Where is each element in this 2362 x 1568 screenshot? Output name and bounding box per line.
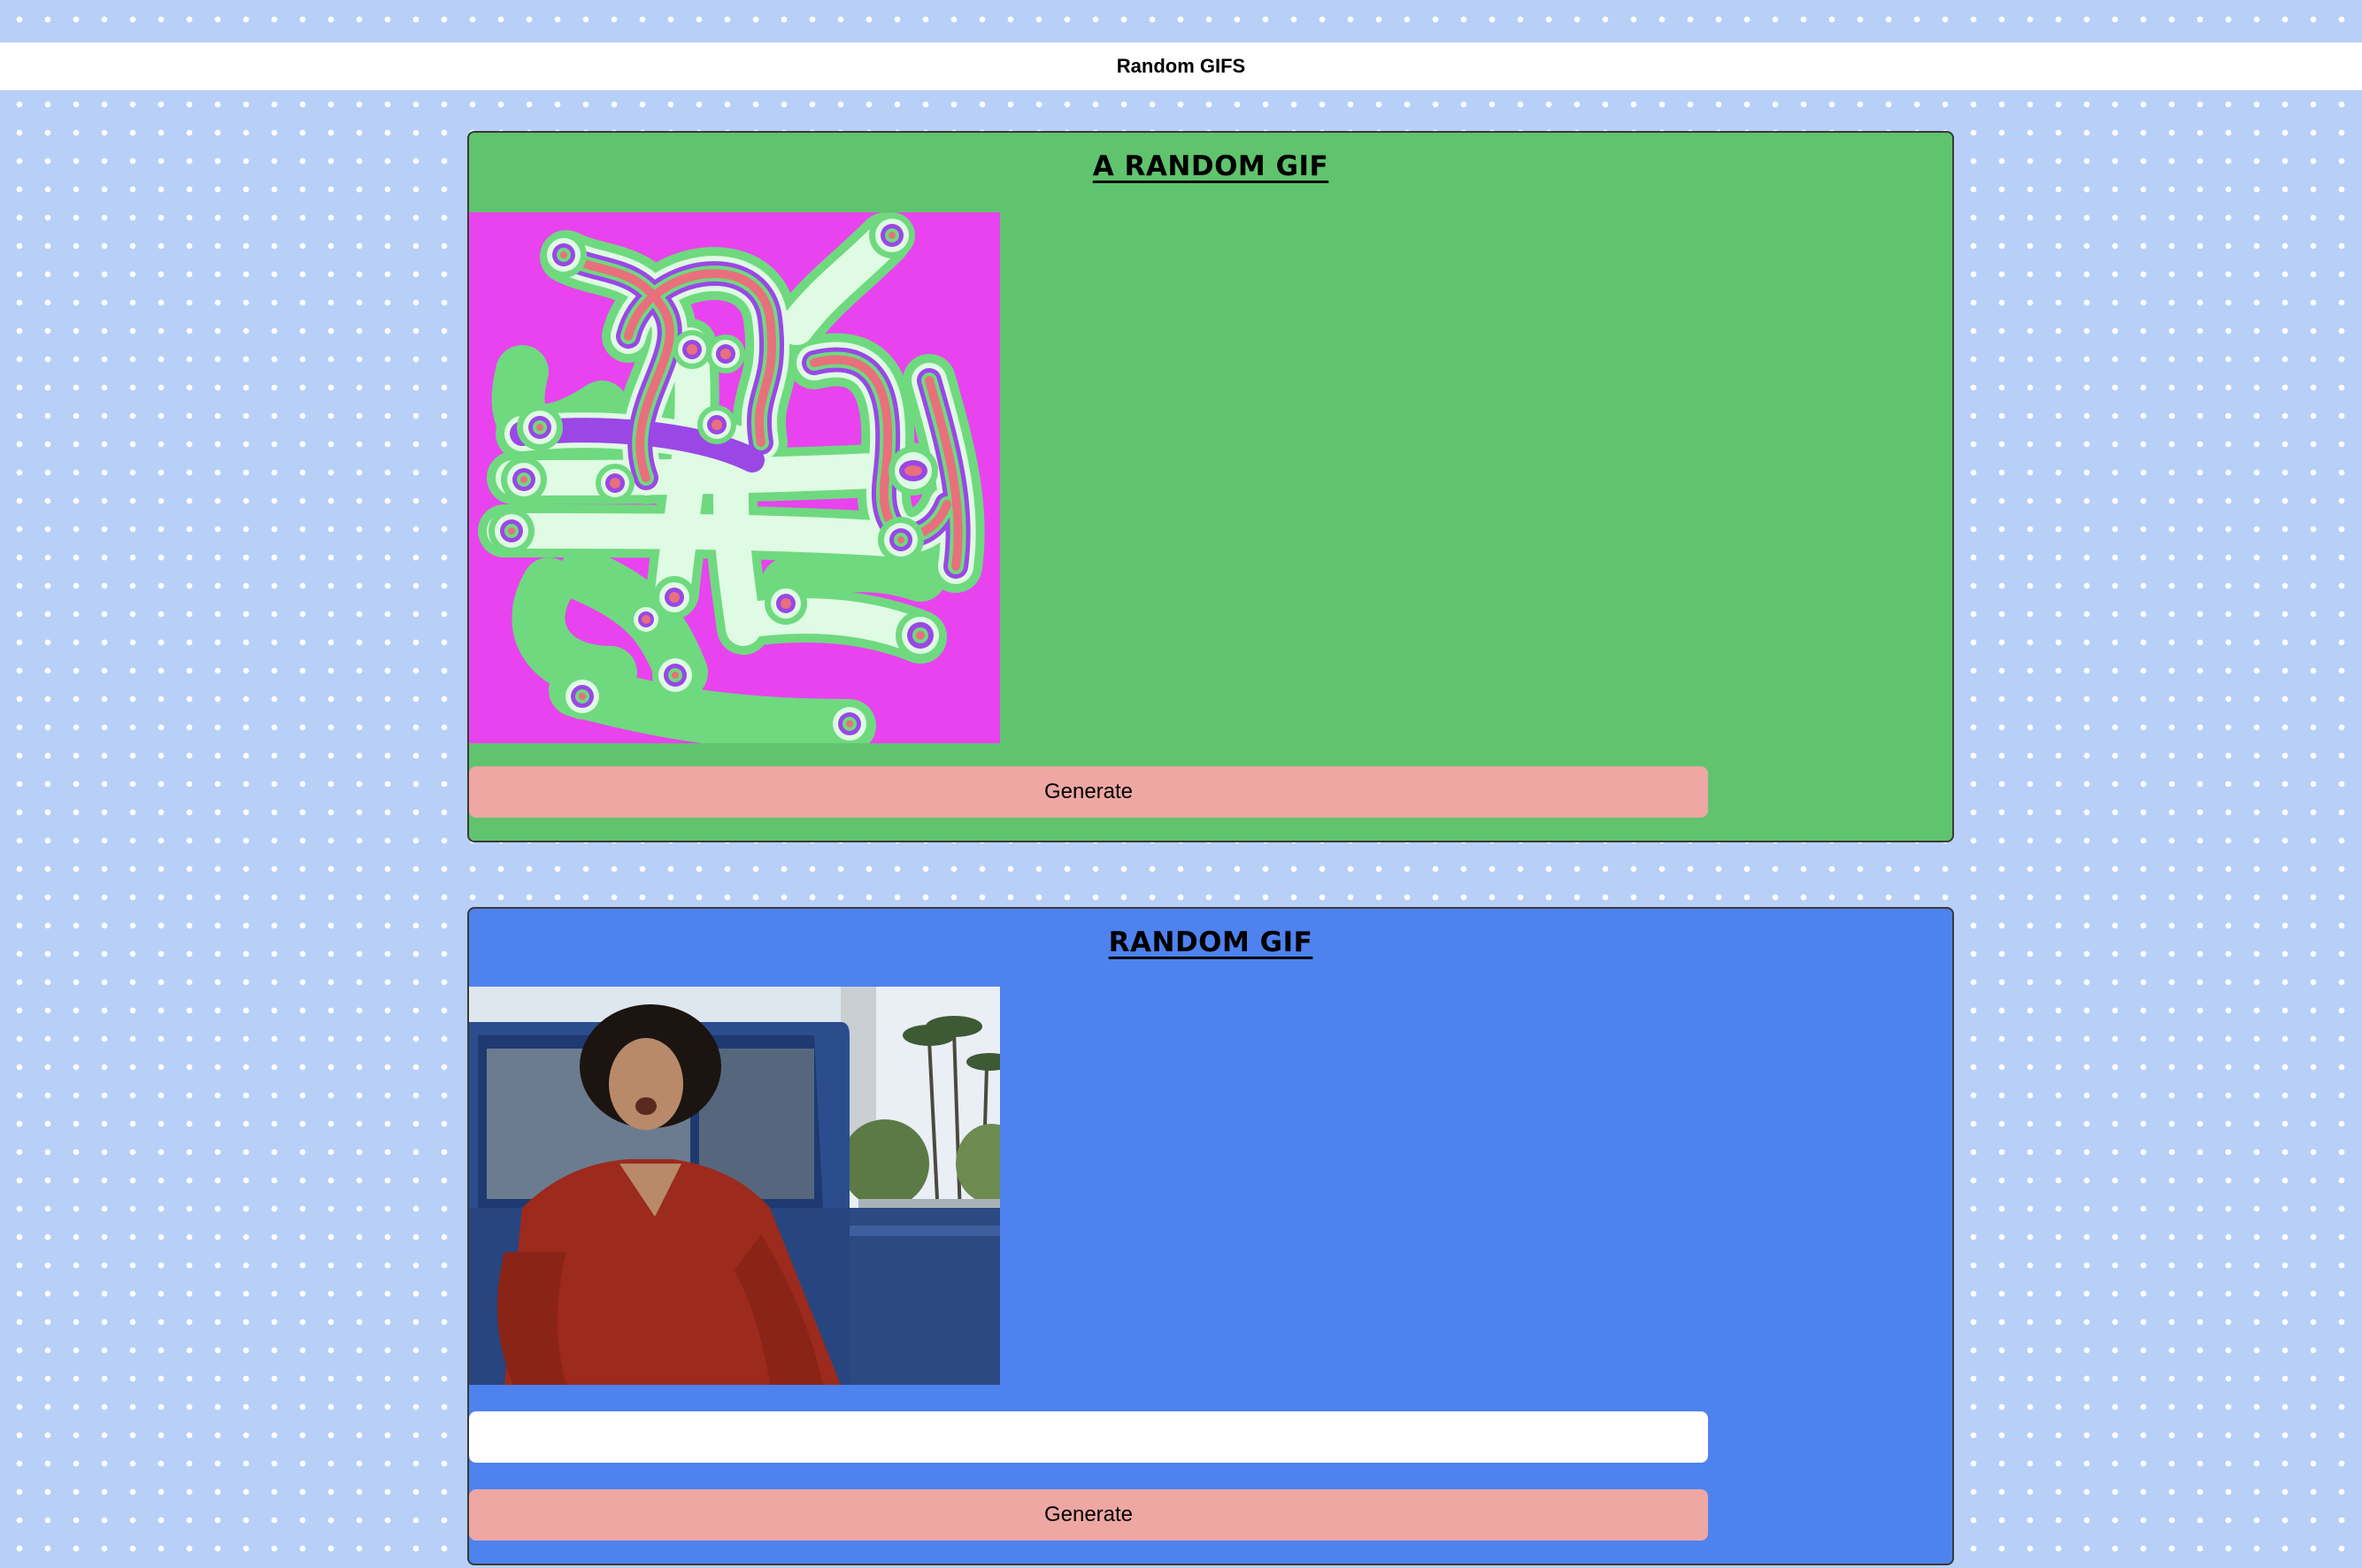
tag-gif-card-title: RANDOM GIF [1108,926,1313,958]
tag-search-input[interactable] [469,1411,1708,1463]
tag-generate-button[interactable]: Generate [469,1489,1708,1541]
random-generate-button[interactable]: Generate [469,766,1708,818]
tag-gif-image [469,987,1000,1385]
random-gif-card: A RANDOM GIF Generate [467,131,1954,842]
navbar: Random GIFS [0,42,2362,90]
app-title: Random GIFS [1116,55,1246,77]
random-gif-card-title: A RANDOM GIF [1092,150,1329,182]
tag-gif-card: RANDOM GIF Generate [467,907,1954,1565]
random-gif-image [469,212,1000,743]
